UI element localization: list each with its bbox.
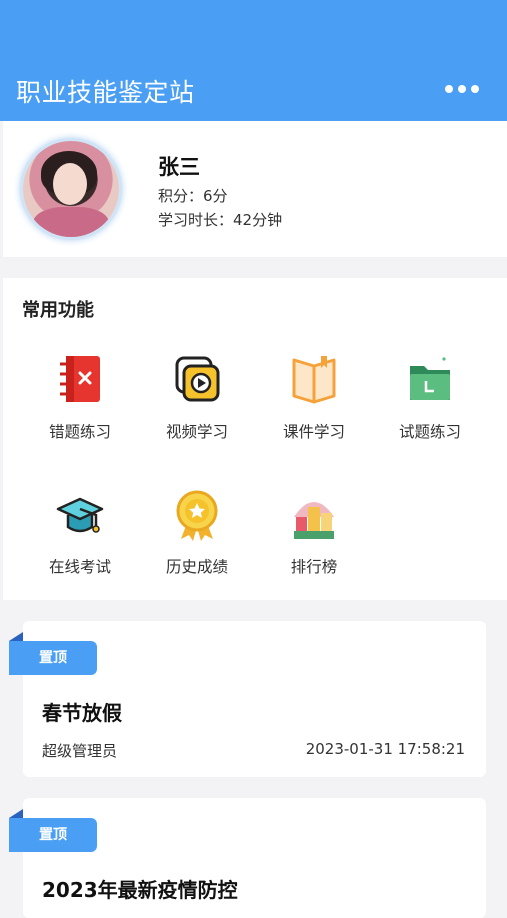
user-name: 张三 <box>158 155 200 179</box>
function-label: 课件学习 <box>282 423 345 441</box>
notebook-x-icon <box>60 356 100 402</box>
notice-title: 2023年最新疫情防控 <box>42 878 238 902</box>
page-title: 职业技能鉴定站 <box>16 78 195 107</box>
user-study-time: 学习时长：42分钟 <box>158 211 283 229</box>
common-functions-panel: 常用功能 错题练习 视频学习 课件学习 试题练习 在线考试 历史成绩 排行榜 <box>3 278 507 600</box>
function-online-exam[interactable]: 在线考试 <box>25 489 135 589</box>
notice-date: 2023-01-31 17:58:21 <box>305 740 465 758</box>
function-video-learning[interactable]: 视频学习 <box>142 354 252 454</box>
user-points: 积分：6分 <box>158 187 228 205</box>
function-leaderboard[interactable]: 排行榜 <box>259 489 369 589</box>
function-label: 排行榜 <box>290 558 338 576</box>
app-header: 职业技能鉴定站 <box>0 0 507 121</box>
folder-icon <box>410 357 450 400</box>
function-label: 视频学习 <box>165 423 228 441</box>
open-book-icon <box>292 356 336 404</box>
function-history-scores[interactable]: 历史成绩 <box>142 489 252 589</box>
pinned-badge: 置顶 <box>9 632 97 675</box>
medal-icon <box>176 490 218 541</box>
podium-icon <box>294 502 334 539</box>
graduation-cap-icon <box>56 497 104 533</box>
function-label: 在线考试 <box>48 558 111 576</box>
notice-card[interactable]: 置顶 春节放假 超级管理员 2023-01-31 17:58:21 <box>9 621 486 777</box>
function-label: 历史成绩 <box>165 558 228 576</box>
avatar <box>23 141 119 237</box>
function-label: 试题练习 <box>398 423 461 441</box>
function-courseware-learning[interactable]: 课件学习 <box>259 354 369 454</box>
section-title: 常用功能 <box>22 300 94 321</box>
profile-card: 张三 积分：6分 学习时长：42分钟 <box>3 121 507 257</box>
notice-card[interactable]: 置顶 2023年最新疫情防控 <box>9 798 486 918</box>
function-label: 错题练习 <box>48 423 111 441</box>
function-question-practice[interactable]: 试题练习 <box>375 354 485 454</box>
more-dots-icon[interactable] <box>445 82 479 96</box>
notice-author: 超级管理员 <box>42 742 118 760</box>
function-wrong-questions[interactable]: 错题练习 <box>25 354 135 454</box>
notice-title: 春节放假 <box>42 701 122 725</box>
video-play-icon <box>175 356 220 402</box>
pinned-badge: 置顶 <box>9 809 97 852</box>
